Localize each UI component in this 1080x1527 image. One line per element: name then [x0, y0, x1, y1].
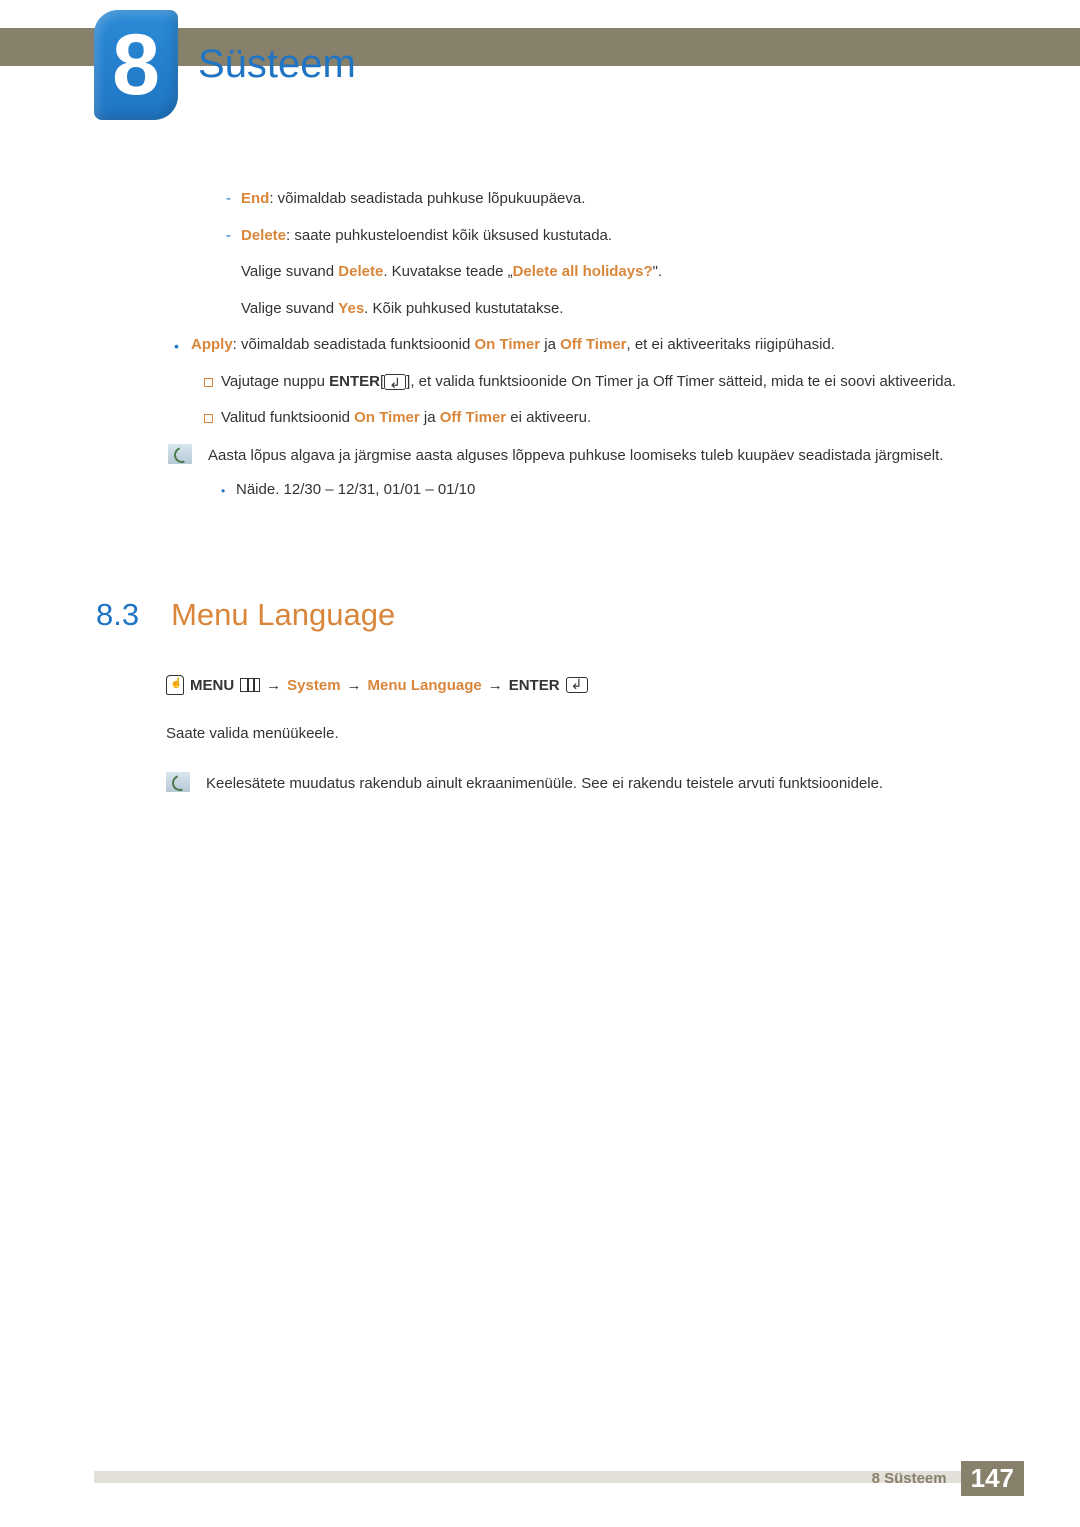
note-icon [166, 772, 190, 792]
note-block: Keelesätete muudatus rakendub ainult ekr… [166, 772, 984, 795]
term-apply: Apply [191, 336, 233, 353]
term: Yes [338, 300, 364, 317]
arrow-icon: → [488, 677, 503, 694]
section-number: 8.3 [96, 597, 139, 633]
enter-label: ENTER [509, 677, 560, 694]
text: . Kuvatakse teade „ [383, 263, 512, 280]
page-footer: 8 Süsteem 147 [0, 1461, 1080, 1495]
term: ENTER [329, 373, 380, 390]
chapter-number-badge: 8 [94, 10, 178, 120]
list-item: End: võimaldab seadistada puhkuse lõpuku… [96, 188, 984, 211]
text: . Kõik puhkused kustutatakse. [364, 300, 563, 317]
term: On Timer [354, 409, 420, 426]
note-text: Aasta lõpus algava ja järgmise aasta alg… [208, 444, 984, 467]
term: Off Timer [440, 409, 506, 426]
footer-page-number: 147 [961, 1461, 1024, 1496]
note-icon [168, 444, 192, 464]
chapter-title: Süsteem [198, 42, 356, 87]
text: ja [540, 336, 560, 353]
list-item: Valitud funktsioonid On Timer ja Off Tim… [96, 407, 984, 430]
path-system: System [287, 677, 340, 694]
path-menulanguage: Menu Language [368, 677, 482, 694]
note-block: Aasta lõpus algava ja järgmise aasta alg… [168, 444, 984, 467]
menu-icon [240, 678, 260, 692]
section-heading: 8.3 Menu Language [96, 597, 984, 633]
body-text: Saate valida menüükeele. [166, 723, 984, 746]
osd-icon [166, 675, 184, 695]
menu-label: MENU [190, 677, 234, 694]
term: On Timer [475, 336, 541, 353]
page-content: End: võimaldab seadistada puhkuse lõpuku… [96, 188, 984, 795]
text: Valitud funktsioonid [221, 409, 354, 426]
text: ". [653, 263, 663, 280]
list-item: Delete: saate puhkusteloendist kõik üksu… [96, 225, 984, 248]
text: ei aktiveeru. [506, 409, 591, 426]
term-end: End [241, 190, 269, 207]
list-item: Valige suvand Delete. Kuvatakse teade „D… [96, 261, 984, 284]
enter-icon [384, 374, 406, 390]
arrow-icon: → [347, 677, 362, 694]
menu-path: MENU → System → Menu Language → ENTER [166, 675, 984, 695]
text: Valige suvand [241, 263, 338, 280]
term: Off Timer [560, 336, 626, 353]
text: Valige suvand [241, 300, 338, 317]
term: Delete [338, 263, 383, 280]
text: : võimaldab seadistada funktsioonid [233, 336, 475, 353]
enter-icon [566, 677, 588, 693]
note-text: Keelesätete muudatus rakendub ainult ekr… [206, 772, 984, 795]
text: ja [420, 409, 440, 426]
text: , et ei aktiveeritaks riigipühasid. [627, 336, 835, 353]
section-title: Menu Language [171, 597, 395, 633]
footer-chapter: 8 Süsteem [872, 1470, 947, 1487]
text: : võimaldab seadistada puhkuse lõpukuupä… [269, 190, 585, 207]
list-item: Vajutage nuppu ENTER[], et valida funkts… [96, 371, 984, 394]
example-text: Näide. 12/30 – 12/31, 01/01 – 01/10 [96, 479, 984, 502]
arrow-icon: → [266, 677, 281, 694]
term-delete: Delete [241, 227, 286, 244]
list-item: Apply: võimaldab seadistada funktsioonid… [96, 334, 984, 357]
text: : saate puhkusteloendist kõik üksused ku… [286, 227, 612, 244]
term: Delete all holidays? [513, 263, 653, 280]
text: ], et valida funktsioonide On Timer ja O… [406, 373, 956, 390]
text: Vajutage nuppu [221, 373, 329, 390]
list-item: Valige suvand Yes. Kõik puhkused kustuta… [96, 298, 984, 321]
